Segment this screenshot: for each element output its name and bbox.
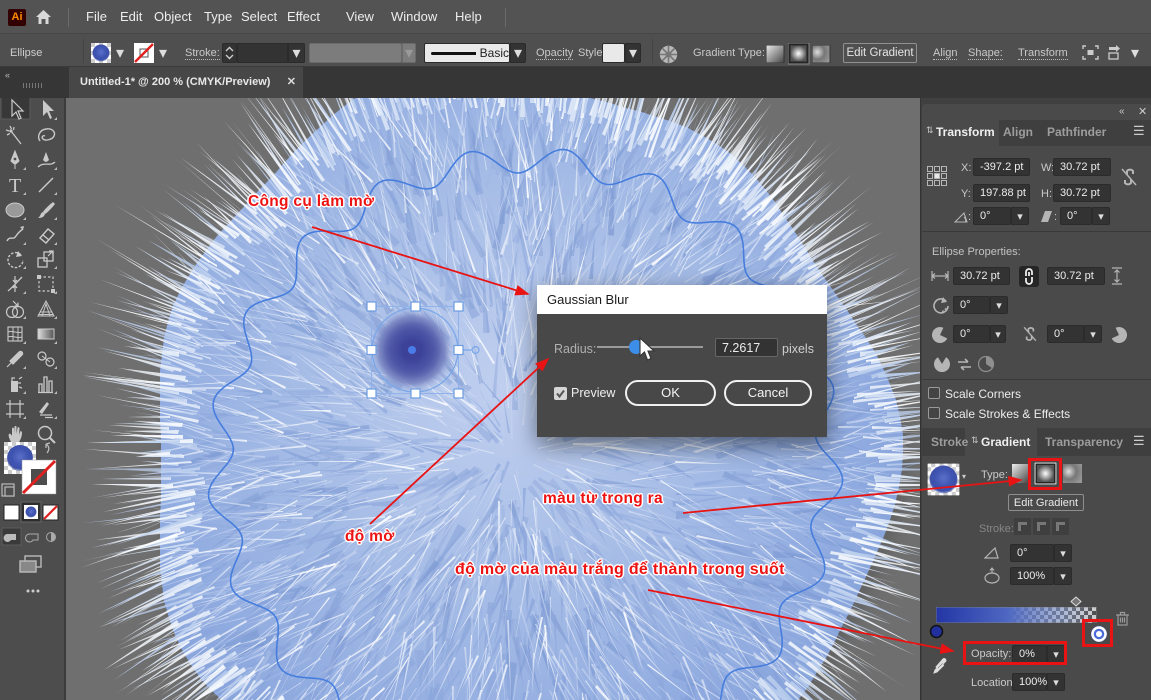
svg-text:T: T: [9, 175, 21, 197]
